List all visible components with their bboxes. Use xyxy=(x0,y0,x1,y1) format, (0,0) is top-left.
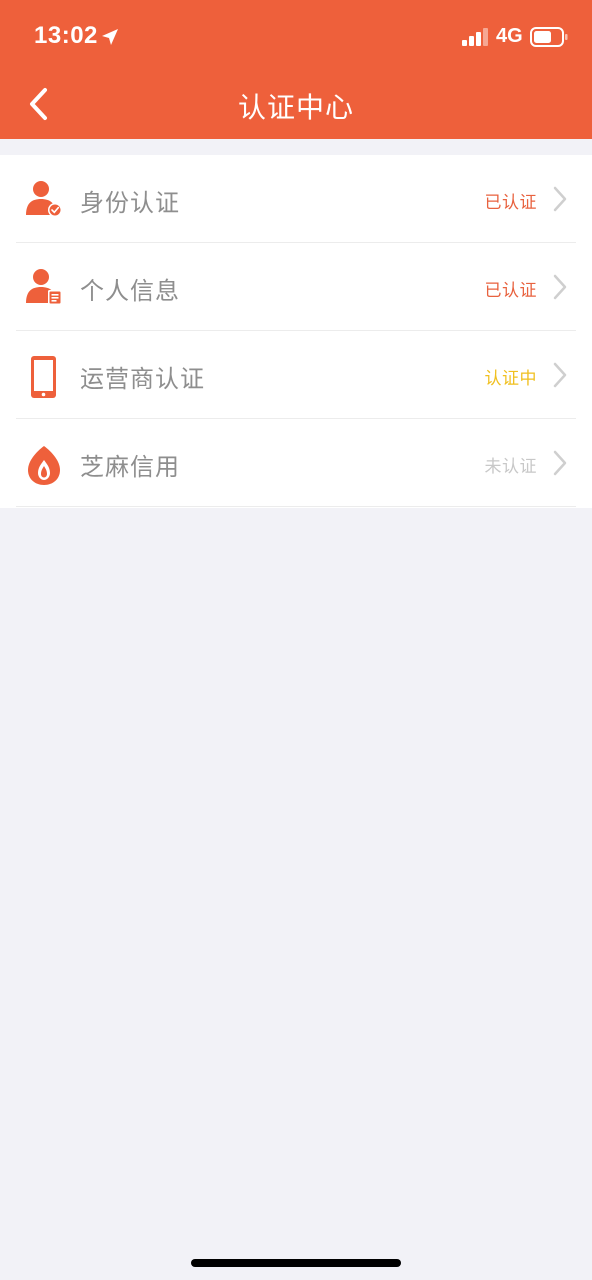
location-arrow-icon xyxy=(102,29,118,45)
status-bar: 13:02 4G xyxy=(0,0,592,72)
chevron-right-icon xyxy=(553,274,567,300)
nav-bar: 认证中心 xyxy=(0,72,592,139)
status-badge: 未认证 xyxy=(484,457,537,477)
list-item-sesame-credit[interactable]: 芝麻信用 未认证 xyxy=(0,419,592,507)
verification-list: 身份认证 已认证 个人信息 已认证 运营商认证 认证中 芝麻信用 未认证 xyxy=(0,155,592,508)
chevron-right-icon xyxy=(553,362,567,388)
list-item-identity[interactable]: 身份认证 已认证 xyxy=(0,155,592,243)
list-item-label: 芝麻信用 xyxy=(80,453,180,481)
network-type: 4G xyxy=(496,25,523,47)
person-document-icon xyxy=(26,269,62,305)
page-title: 认证中心 xyxy=(237,91,354,124)
sesame-credit-icon xyxy=(28,446,60,485)
status-time: 13:02 xyxy=(34,22,98,49)
list-item-label: 身份认证 xyxy=(80,189,180,217)
id-person-check-icon xyxy=(26,181,62,217)
status-badge: 已认证 xyxy=(484,193,537,213)
cellular-signal-icon xyxy=(462,28,488,46)
chevron-right-icon xyxy=(553,450,567,476)
header: 13:02 4G 认证中心 xyxy=(0,0,592,139)
list-item-carrier[interactable]: 运营商认证 认证中 xyxy=(0,331,592,419)
list-item-personal-info[interactable]: 个人信息 已认证 xyxy=(0,243,592,331)
mobile-phone-icon xyxy=(31,356,56,398)
list-item-label: 运营商认证 xyxy=(80,365,205,393)
battery-icon xyxy=(530,27,568,47)
home-indicator[interactable] xyxy=(191,1259,401,1267)
list-item-label: 个人信息 xyxy=(80,277,180,305)
status-badge: 认证中 xyxy=(484,369,537,389)
status-badge: 已认证 xyxy=(484,281,537,301)
chevron-right-icon xyxy=(553,186,567,212)
